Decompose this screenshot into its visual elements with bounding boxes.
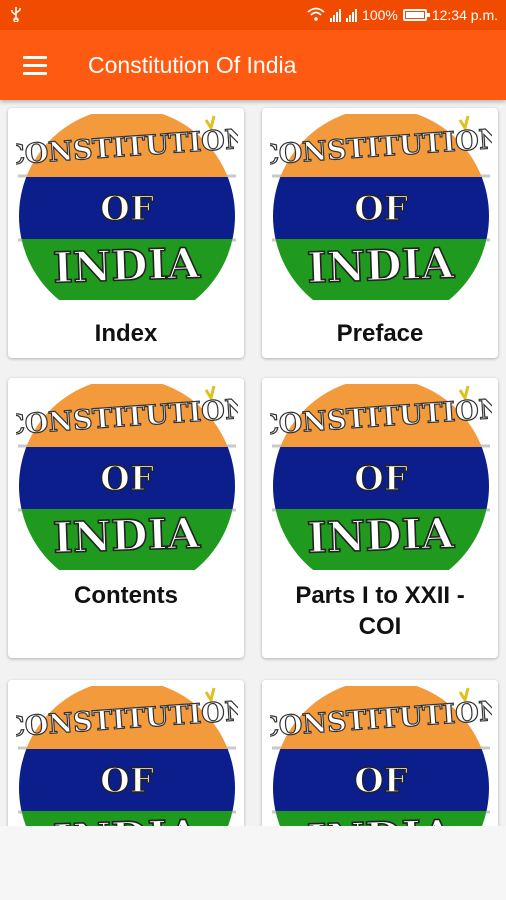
- card-preface[interactable]: CONSTITUTION OF INDIA Preface: [262, 108, 498, 358]
- battery-icon: [402, 9, 430, 21]
- signal-icon: [330, 8, 342, 22]
- card-label: Index: [94, 320, 158, 347]
- card-6[interactable]: CONSTITUTION OF INDIA: [262, 680, 498, 826]
- svg-text:OF: OF: [354, 189, 408, 229]
- app-title: Constitution Of India: [88, 51, 297, 78]
- svg-text:INDIA: INDIA: [52, 238, 202, 292]
- constitution-logo-icon: CONSTITUTION OF INDIA: [16, 686, 238, 826]
- clock: 12:34 p.m.: [431, 7, 498, 23]
- bottom-area: [0, 826, 506, 900]
- svg-text:OF: OF: [100, 189, 154, 229]
- constitution-logo-icon: CONSTITUTION OF INDIA: [270, 114, 492, 300]
- svg-text:OF: OF: [100, 761, 154, 801]
- constitution-logo-icon: CONSTITUTION OF INDIA: [270, 686, 492, 826]
- card-label: Preface: [336, 320, 424, 347]
- card-label: Contents: [74, 582, 178, 609]
- constitution-logo-icon: CONSTITUTION OF INDIA: [270, 384, 492, 570]
- content-grid: CONSTITUTION OF INDIA Index CONSTITUTION…: [0, 100, 506, 826]
- constitution-logo-icon: CONSTITUTION OF INDIA: [16, 384, 238, 570]
- battery-percent: 100%: [362, 7, 398, 23]
- svg-text:OF: OF: [354, 761, 408, 801]
- status-bar: 100% 12:34 p.m.: [0, 0, 506, 30]
- hamburger-menu-icon[interactable]: [0, 30, 70, 100]
- svg-text:INDIA: INDIA: [306, 508, 456, 562]
- svg-text:OF: OF: [100, 459, 154, 499]
- svg-text:INDIA: INDIA: [306, 238, 456, 292]
- status-icons: 100% 12:34 p.m.: [307, 7, 498, 24]
- signal-icon-2: [346, 8, 358, 22]
- svg-text:INDIA: INDIA: [52, 508, 202, 562]
- constitution-logo-icon: CONSTITUTION OF INDIA: [16, 114, 238, 300]
- card-5[interactable]: CONSTITUTION OF INDIA: [8, 680, 244, 826]
- app-bar: Constitution Of India: [0, 30, 506, 100]
- usb-icon: [10, 6, 22, 25]
- svg-text:OF: OF: [354, 459, 408, 499]
- card-parts[interactable]: CONSTITUTION OF INDIA Parts I to XXII - …: [262, 378, 498, 658]
- wifi-icon: [307, 7, 325, 24]
- card-index[interactable]: CONSTITUTION OF INDIA Index: [8, 108, 244, 358]
- card-label: Parts I to XXII - COI: [295, 582, 465, 640]
- card-contents[interactable]: CONSTITUTION OF INDIA Contents: [8, 378, 244, 658]
